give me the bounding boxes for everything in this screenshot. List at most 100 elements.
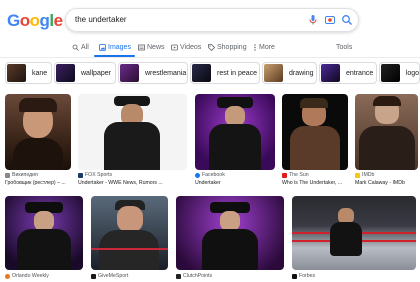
chip-label: entrance <box>346 69 374 77</box>
result-image[interactable] <box>78 94 187 170</box>
result-title[interactable]: Mark Calaway - IMDb <box>355 180 418 186</box>
tab-videos[interactable]: Videos <box>171 40 201 54</box>
related-search-chips: kane wallpaper wrestlemania rest in peac… <box>5 62 420 84</box>
tab-all[interactable]: All <box>72 40 89 54</box>
chip-thumbnail <box>7 64 26 82</box>
result-source[interactable]: Википедия <box>5 172 38 178</box>
result-image[interactable] <box>195 94 275 170</box>
chip-label: wallpaper <box>81 69 111 77</box>
source-label: Orlando Weekly <box>12 273 49 279</box>
tab-label: News <box>147 43 165 51</box>
chip-entrance[interactable]: entrance <box>319 62 377 84</box>
logo-letter: G <box>7 11 20 30</box>
tab-label: Images <box>108 43 131 51</box>
search-tabs: All Images News Videos Shopping More Too… <box>72 40 412 56</box>
search-bar[interactable]: the undertaker <box>65 8 359 32</box>
result-image[interactable] <box>5 196 83 270</box>
result-source[interactable]: Orlando Weekly <box>5 273 49 279</box>
tab-label: Shopping <box>217 43 247 51</box>
wrestler-shape <box>330 222 362 256</box>
camera-lens-icon[interactable] <box>324 14 336 26</box>
clutchpoints-favicon-icon <box>176 273 181 279</box>
chip-label: kane <box>32 69 48 77</box>
result-source[interactable]: Forbes <box>292 273 315 279</box>
result-source[interactable]: IMDb <box>355 172 374 178</box>
result-image[interactable] <box>91 196 168 270</box>
search-input[interactable]: the undertaker <box>75 15 127 24</box>
header-divider <box>0 57 420 58</box>
logo-letter: g <box>39 11 50 30</box>
chip-kane[interactable]: kane <box>5 62 52 84</box>
source-label: IMDb <box>362 172 375 178</box>
result-image[interactable] <box>355 94 418 170</box>
image-result[interactable]: The Sun Who is The Undertaker, ... <box>282 94 348 190</box>
result-source[interactable]: Facebook <box>195 172 225 178</box>
orlando-weekly-favicon-icon <box>5 273 10 279</box>
image-result[interactable]: Facebook Undertaker <box>195 94 275 190</box>
result-image[interactable] <box>5 94 71 170</box>
tab-label: More <box>259 43 275 51</box>
search-icon <box>72 44 79 51</box>
tab-images[interactable]: Images <box>99 40 131 54</box>
the-sun-favicon-icon <box>282 172 287 178</box>
source-label: Facebook <box>202 172 225 178</box>
image-result[interactable]: Википедия Гробовщик (рестлер) – ... <box>5 94 71 190</box>
result-image[interactable] <box>292 196 416 270</box>
result-source[interactable]: FOX Sports <box>78 172 112 178</box>
result-title[interactable]: Гробовщик (рестлер) – ... <box>5 180 71 186</box>
torso-shape <box>359 126 415 170</box>
image-result[interactable]: IMDb Mark Calaway - IMDb <box>355 94 418 190</box>
fox-sports-favicon-icon <box>78 172 83 178</box>
result-source[interactable]: GiveMeSport <box>91 273 128 279</box>
face-shape <box>225 106 245 126</box>
logo-letter: e <box>53 11 63 30</box>
image-result[interactable]: FOX Sports Undertaker - WWE News, Rumors… <box>78 94 187 190</box>
microphone-icon[interactable] <box>307 14 319 26</box>
logo-letter: o <box>19 11 30 30</box>
chip-thumbnail <box>321 64 340 82</box>
chip-drawing[interactable]: drawing <box>262 62 317 84</box>
chip-wrestlemania[interactable]: wrestlemania <box>118 62 188 84</box>
chip-label: rest in peace <box>217 69 258 77</box>
tools-button[interactable]: Tools <box>336 40 352 54</box>
chip-wallpaper[interactable]: wallpaper <box>54 62 116 84</box>
result-title[interactable]: Undertaker <box>195 180 275 186</box>
image-icon <box>99 43 106 51</box>
rope-shape <box>91 248 168 250</box>
result-image[interactable] <box>282 94 348 170</box>
play-icon <box>171 44 178 50</box>
chip-thumbnail <box>381 64 400 82</box>
chip-thumbnail <box>56 64 75 82</box>
tab-label: Videos <box>180 43 202 51</box>
result-title[interactable]: Undertaker - WWE News, Rumors ... <box>78 180 187 186</box>
hair-shape <box>300 98 328 108</box>
torso-shape <box>99 230 159 270</box>
hair-shape <box>373 96 401 106</box>
tab-more[interactable]: More <box>253 40 275 54</box>
coat-shape <box>17 229 71 270</box>
image-result[interactable]: Orlando Weekly <box>5 196 83 282</box>
image-result[interactable]: Forbes <box>292 196 416 282</box>
google-logo[interactable]: Google <box>7 11 63 31</box>
face-shape <box>34 211 54 231</box>
tab-news[interactable]: News <box>138 40 165 54</box>
image-result[interactable]: ClutchPoints <box>176 196 284 282</box>
source-label: Forbes <box>299 273 316 279</box>
source-label: FOX Sports <box>85 172 113 178</box>
imdb-favicon-icon <box>355 172 360 178</box>
result-title[interactable]: Who is The Undertaker, ... <box>282 180 348 186</box>
tag-icon <box>208 43 215 51</box>
logo-letter: o <box>29 11 40 30</box>
chip-rest-in-peace[interactable]: rest in peace <box>190 62 260 84</box>
search-icon[interactable] <box>341 14 353 26</box>
result-source[interactable]: The Sun <box>282 172 309 178</box>
tab-shopping[interactable]: Shopping <box>208 40 247 54</box>
forbes-favicon-icon <box>292 273 297 279</box>
image-result[interactable]: GiveMeSport <box>91 196 168 282</box>
shoulders-shape <box>13 138 63 170</box>
source-label: The Sun <box>289 172 309 178</box>
result-source[interactable]: ClutchPoints <box>176 273 212 279</box>
givemesport-favicon-icon <box>91 273 96 279</box>
result-image[interactable] <box>176 196 284 270</box>
chip-logo[interactable]: logo <box>379 62 420 84</box>
